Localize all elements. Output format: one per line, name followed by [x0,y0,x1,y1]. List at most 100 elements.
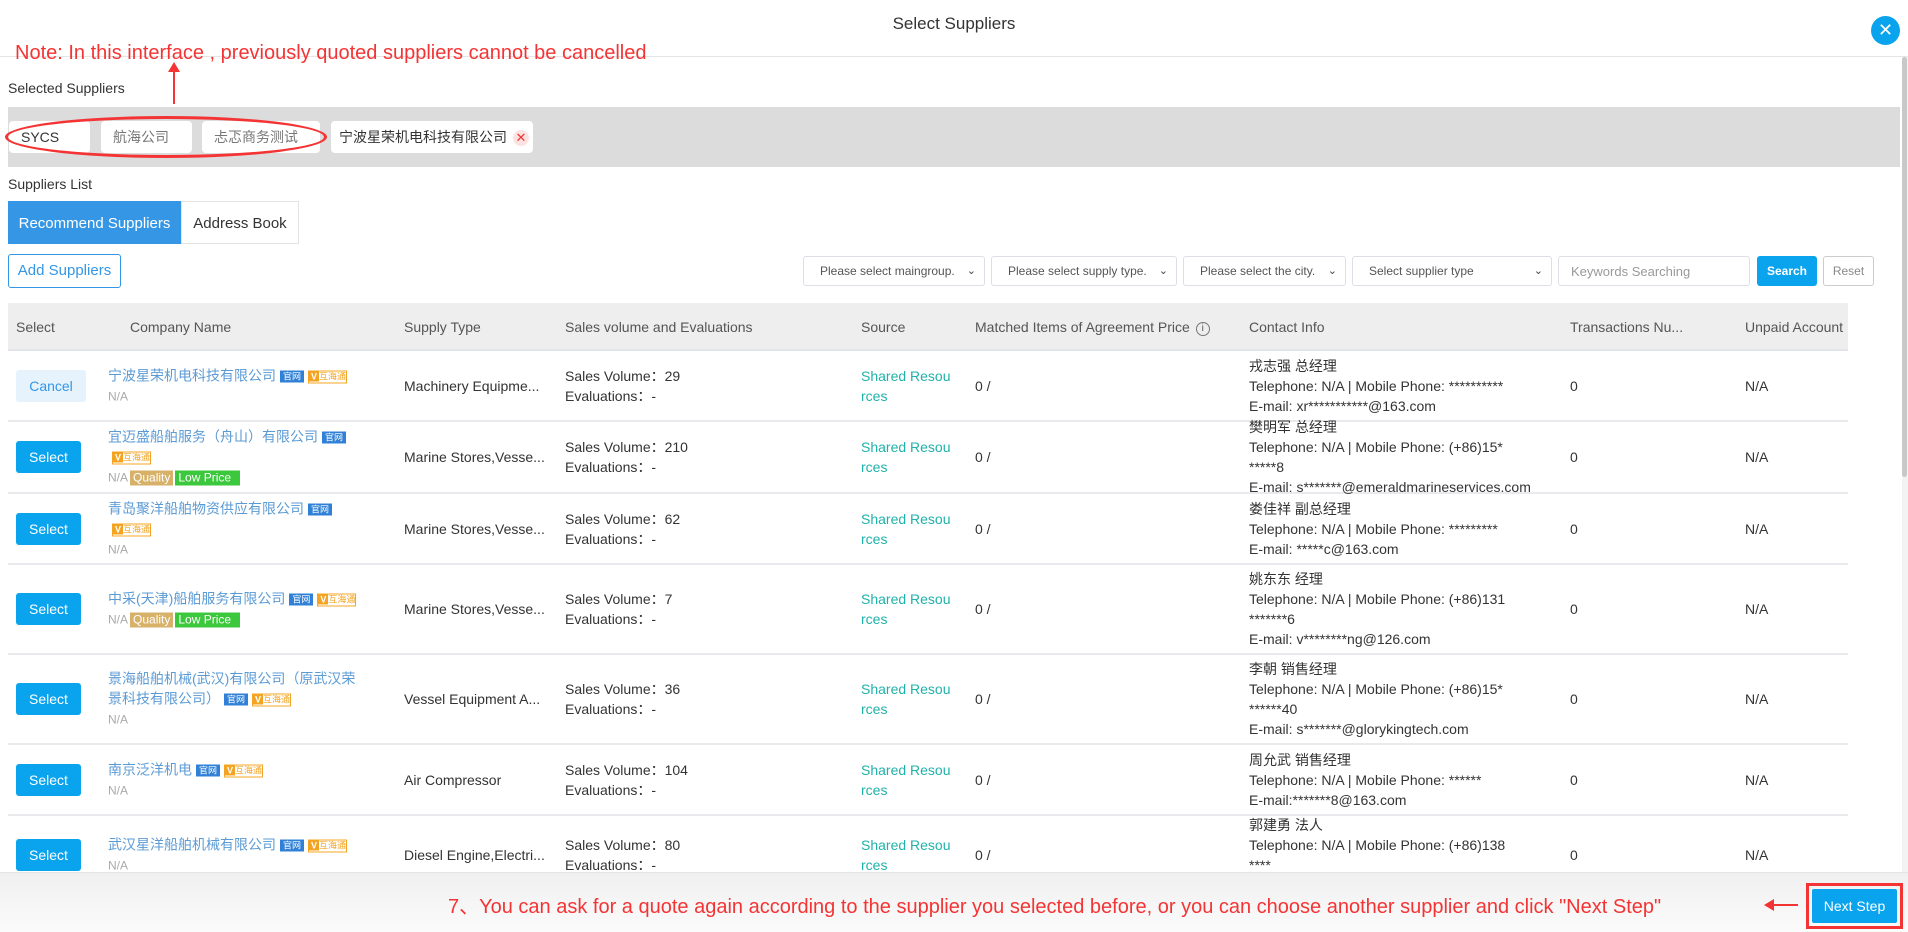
v-icon: V [113,524,124,534]
contact-email: E-mail: *****c@163.com [1249,540,1399,557]
sales-volume: 210 [664,439,688,455]
city-select[interactable]: Please select the city. ⌄ [1183,256,1346,286]
annotation-footer-note: 7、You can ask for a quote again accordin… [448,896,1662,918]
maingroup-select[interactable]: Please select maingroup. ⌄ [803,256,985,286]
v-member-badge: V 互海通 [112,451,152,465]
keywords-search-input[interactable] [1558,256,1750,286]
company-name-link[interactable]: 宜迈盛船舶服务（舟山）有限公司 [108,429,318,445]
matched-items: 0 / [975,771,991,788]
transactions-count: 0 [1570,847,1578,863]
select-button[interactable]: Select [16,683,81,715]
company-name-link[interactable]: 南京泛洋机电 [108,761,192,777]
company-sub: N/A [108,783,129,797]
v-badge-text: 互海通 [123,452,151,463]
v-member-badge: V 互海通 [224,764,264,777]
remove-tag-icon[interactable]: ✕ [513,130,529,146]
select-button[interactable]: Select [16,839,81,871]
contact-name: 郭建勇 法人 [1249,817,1323,833]
v-icon: V [253,694,264,705]
select-button[interactable]: Select [16,763,81,796]
company-sub: N/A [108,712,129,727]
contact-phone: Telephone: N/A | Mobile Phone: ********* [1249,520,1498,537]
contact-phone: Telephone: N/A | Mobile Phone: (+86)15**… [1249,681,1503,717]
contact-info: 郭建勇 法人 Telephone: N/A | Mobile Phone: (+8… [1249,815,1507,872]
company-name-link[interactable]: 武汉星洋船舶机械有限公司 [108,837,276,853]
company-name-link[interactable]: 青岛聚洋船舶物资供应有限公司 [108,500,304,516]
source-link[interactable]: Shared Resources [861,760,951,800]
column-header: Company Name [130,319,232,335]
select-button[interactable]: Select [16,512,81,545]
sales-label: Sales Volume： [565,367,665,384]
tab-recommend-suppliers[interactable]: Recommend Suppliers [8,201,181,244]
suppliers-list-label: Suppliers List [8,176,93,192]
select-value: Please select supply type. [1008,264,1147,278]
v-icon: V [309,371,320,381]
low-price-badge: Low Price [175,470,241,486]
table-row: Select 南京泛洋机电 官网 V 互海通 N/A Air Compressor Sa… [8,745,1848,816]
sales-label: Sales Volume： [565,510,665,527]
v-icon: V [113,452,124,463]
source-link[interactable]: Shared Resources [861,835,951,872]
column-header: Contact Info [1249,319,1325,335]
v-icon: V [225,765,236,775]
transactions-count: 0 [1570,449,1578,465]
tab-address-book[interactable]: Address Book [181,201,299,244]
evaluations-label: Evaluations： [565,530,652,547]
supply-type-select[interactable]: Please select supply type. ⌄ [991,256,1177,286]
contact-email: E-mail: xr***********@163.com [1249,397,1436,414]
supply-type: Vessel Equipment A... [404,691,541,707]
supplier-type-select[interactable]: Select supplier type ⌄ [1352,256,1552,286]
sales-cell: Sales Volume：80 Evaluations：- [565,835,680,872]
unpaid-account: N/A [1745,449,1769,465]
matched-items: 0 / [975,847,991,863]
unpaid-account: N/A [1745,520,1769,537]
v-badge-text: 互海通 [123,524,151,534]
source-link[interactable]: Shared Resources [861,366,951,406]
supply-type: Marine Stores,Vesse... [404,449,545,465]
official-badge: 官网 [308,503,333,515]
close-icon[interactable]: ✕ [1871,16,1900,45]
contact-name: 李朝 销售经理 [1249,661,1337,677]
company-sub: N/A [108,389,129,403]
transactions-count: 0 [1570,601,1578,617]
sales-cell: Sales Volume：210 Evaluations：- [565,437,688,477]
scrollbar-thumb[interactable] [1902,57,1907,477]
source-link[interactable]: Shared Resources [861,437,951,477]
company-name-link[interactable]: 中采(天津)船舶服务有限公司 [108,591,285,607]
select-button[interactable]: Select [16,593,81,625]
info-icon[interactable]: i [1195,322,1210,336]
reset-button[interactable]: Reset [1823,256,1874,286]
sales-volume: 36 [664,681,681,697]
v-member-badge: V 互海通 [308,839,348,853]
contact-name: 周允武 销售经理 [1249,751,1351,768]
matched-items: 0 / [975,377,991,394]
tag-label: 宁波星荣机电科技有限公司 [339,129,507,145]
search-button[interactable]: Search [1757,256,1817,286]
contact-email: E-mail: v********ng@126.com [1249,631,1431,647]
cancel-button[interactable]: Cancel [16,369,86,402]
v-member-badge: V 互海通 [252,693,292,707]
column-header: Unpaid Account [1745,319,1844,335]
column-header: Source [861,319,906,335]
evaluations-label: Evaluations： [565,701,652,717]
company-name-link[interactable]: 宁波星荣机电科技有限公司 [108,367,276,383]
unpaid-account: N/A [1745,377,1769,394]
contact-name: 娄佳祥 副总经理 [1249,500,1351,517]
suppliers-table-body: Cancel 宁波星荣机电科技有限公司 官网 V 互海通 N/A Machinery E… [8,351,1848,872]
source-link[interactable]: Shared Resources [861,679,951,719]
annotation-ellipse [5,116,327,158]
add-suppliers-button[interactable]: Add Suppliers [8,254,121,288]
next-step-button[interactable]: Next Step [1812,889,1897,923]
v-member-badge: V 互海通 [317,593,357,607]
select-button[interactable]: Select [16,441,81,473]
official-badge: 官网 [280,839,305,852]
source-link[interactable]: Shared Resources [861,509,951,549]
unpaid-account: N/A [1745,847,1769,863]
source-link[interactable]: Shared Resources [861,589,951,629]
evaluations-value: - [651,611,657,627]
company-cell: 景海船舶机械(武汉)有限公司（原武汉荣景科技有限公司） 官网 V 互海通 N/A [108,669,368,730]
unpaid-account: N/A [1745,691,1769,707]
scrollbar[interactable] [1902,57,1908,872]
column-header: Select [16,319,55,335]
sales-label: Sales Volume： [565,591,665,607]
